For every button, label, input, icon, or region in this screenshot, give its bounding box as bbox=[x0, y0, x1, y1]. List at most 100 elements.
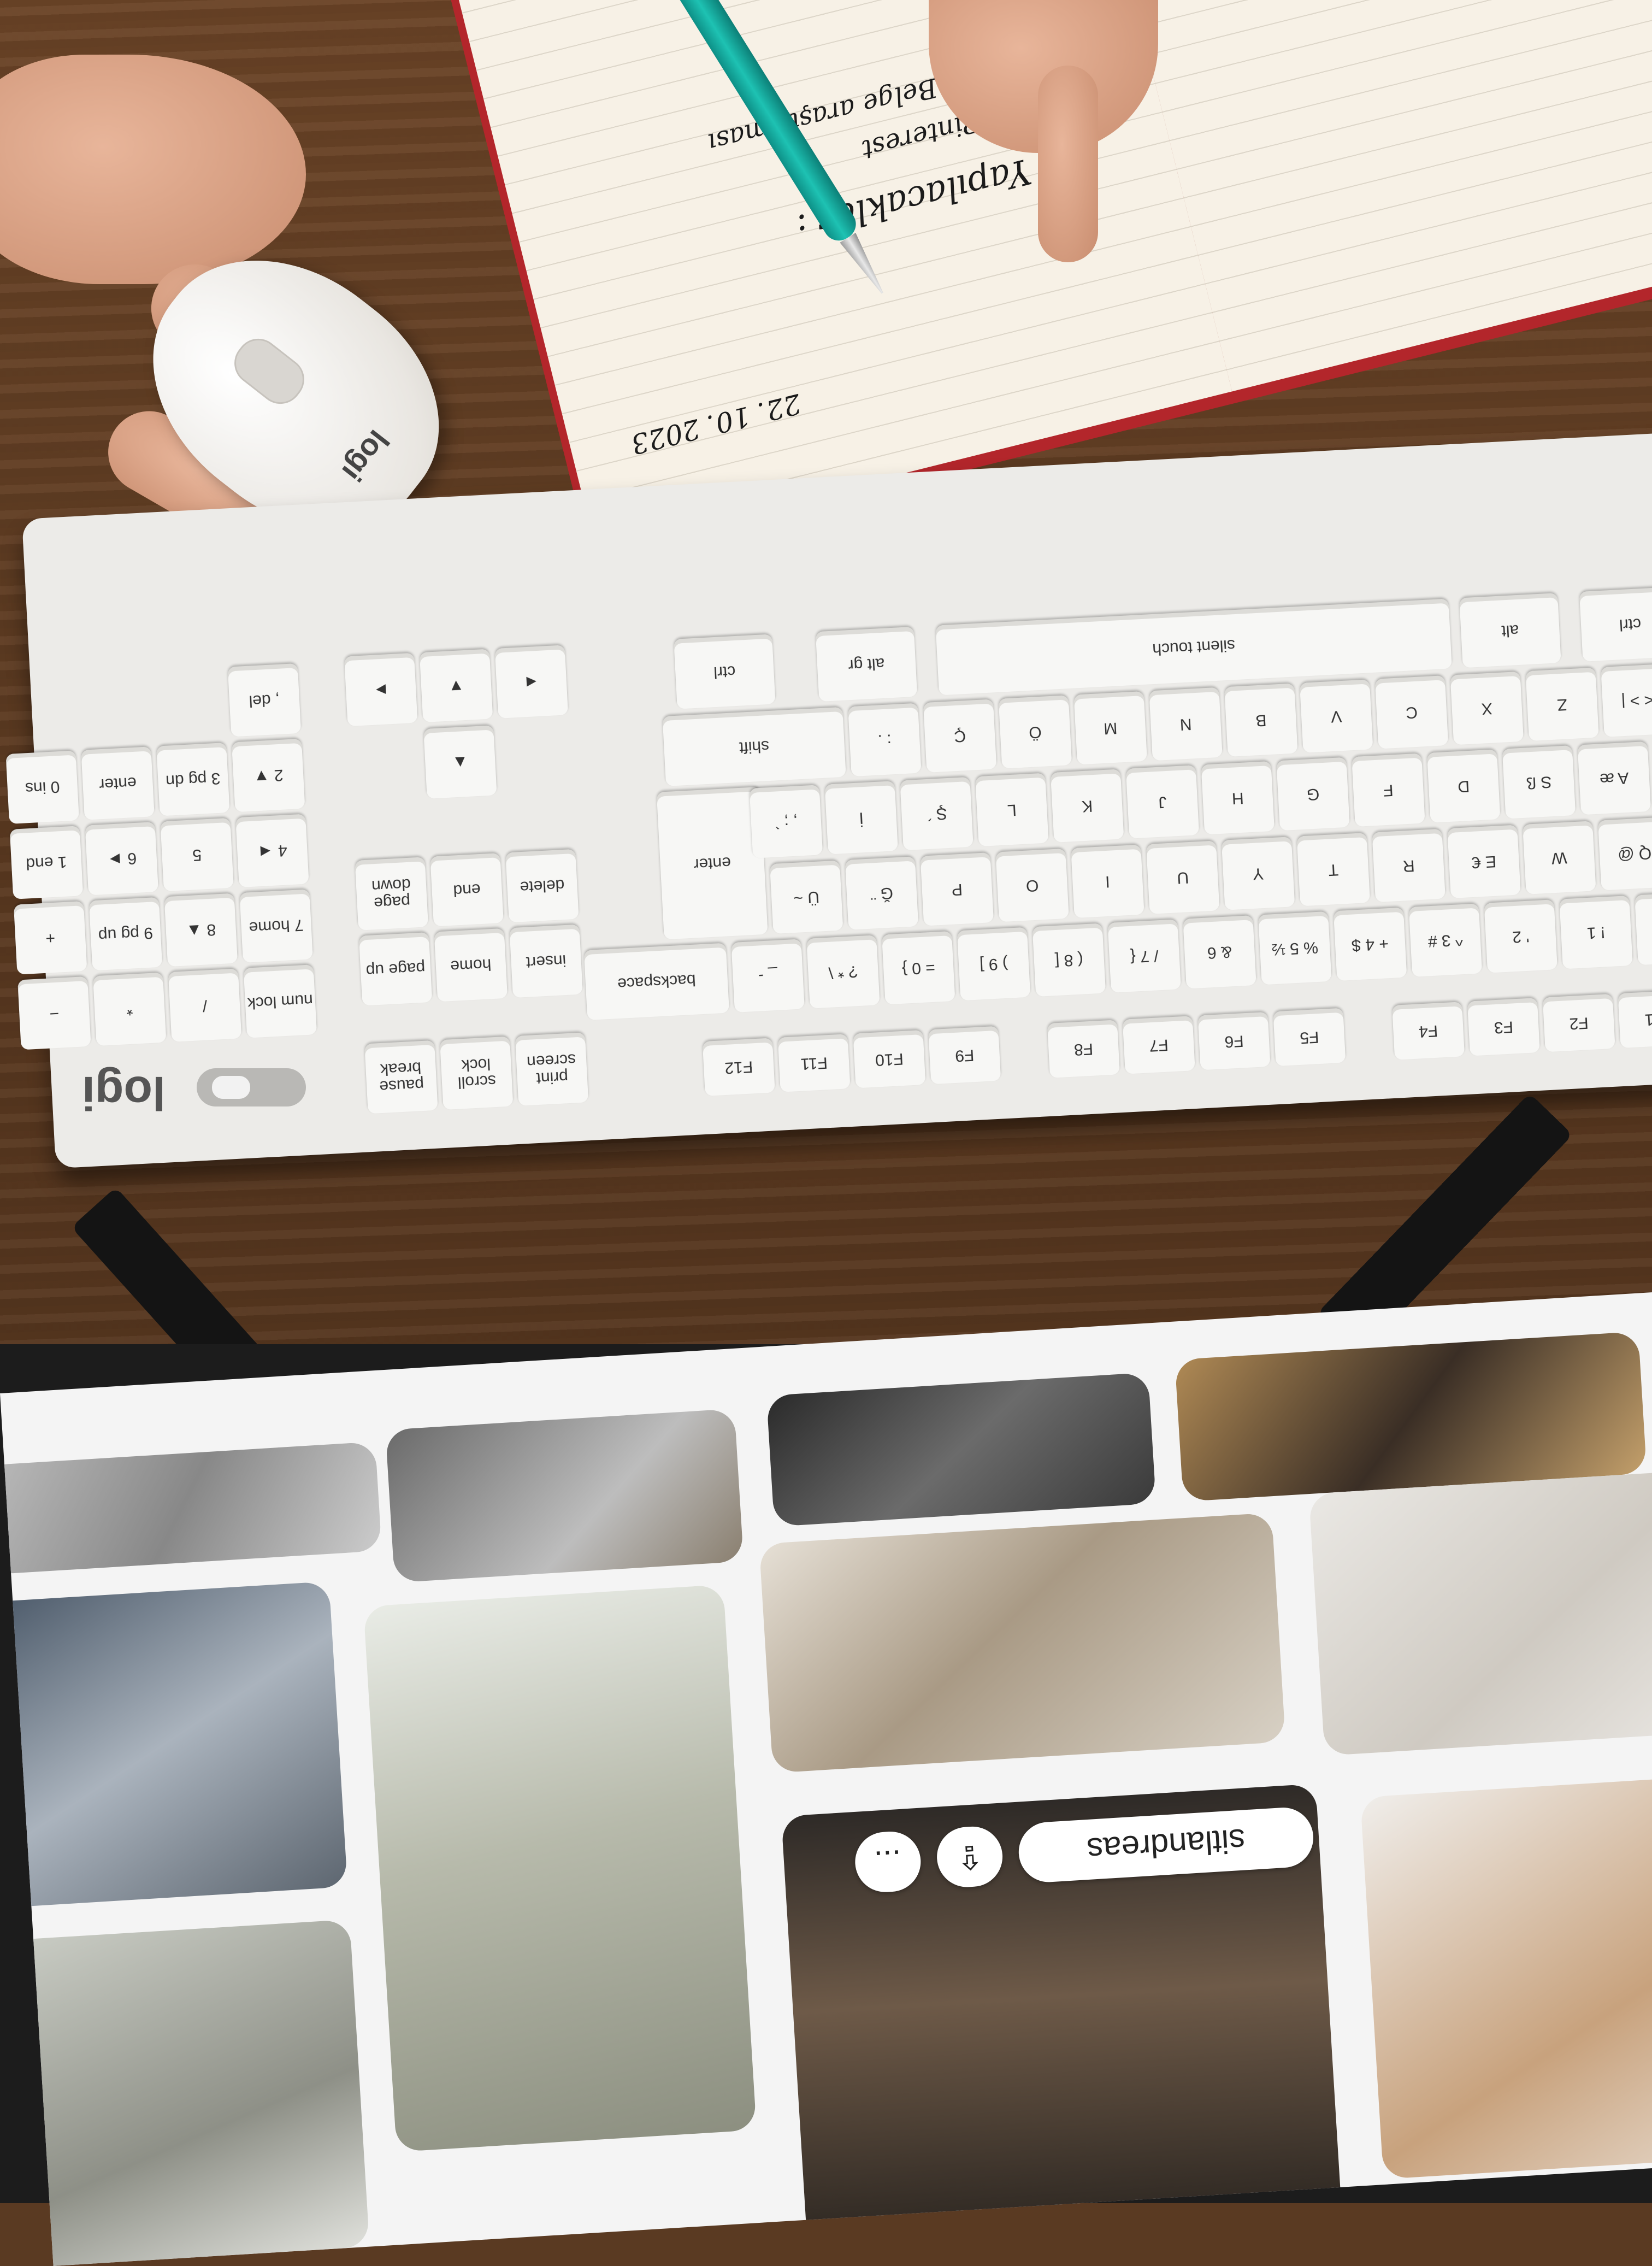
scroll-wheel[interactable] bbox=[225, 329, 314, 413]
key-z-row[interactable]: V bbox=[1299, 679, 1373, 753]
key-a-row[interactable]: A æ bbox=[1577, 741, 1651, 815]
key-number-row[interactable]: " é bbox=[1635, 891, 1652, 966]
key-z-row[interactable]: : . bbox=[848, 703, 922, 777]
image-tile[interactable] bbox=[1360, 1767, 1652, 2180]
key-z-row[interactable]: B bbox=[1224, 683, 1298, 757]
key-q-row[interactable]: Q @ bbox=[1597, 817, 1652, 891]
key-number-row[interactable]: % 5 ½ bbox=[1258, 911, 1332, 985]
key-alt-gr[interactable]: alt gr bbox=[815, 626, 918, 702]
key-numpad[interactable]: 3 pg dn bbox=[156, 742, 230, 816]
key-q-row[interactable]: O bbox=[995, 848, 1069, 922]
key-z-row[interactable]: < > | bbox=[1601, 663, 1652, 737]
key-f6[interactable]: F6 bbox=[1197, 1011, 1271, 1070]
key-f1[interactable]: F1 bbox=[1618, 990, 1652, 1049]
key-nav[interactable]: page up bbox=[358, 932, 433, 1006]
key-number-row[interactable]: & 6 bbox=[1183, 915, 1256, 989]
key-number-row[interactable]: / 7 { bbox=[1107, 919, 1181, 993]
key-nav[interactable]: scroll lock bbox=[439, 1036, 514, 1110]
key-numpad[interactable]: 7 home bbox=[239, 889, 313, 963]
key-number-row[interactable]: ! 1 bbox=[1559, 895, 1633, 969]
key-z-row[interactable]: Ç bbox=[923, 699, 997, 773]
key-q-row[interactable]: R bbox=[1372, 828, 1446, 903]
key-numpad[interactable]: num lock bbox=[243, 964, 317, 1038]
key-z-row[interactable]: Z bbox=[1525, 667, 1599, 741]
key-f12[interactable]: F12 bbox=[702, 1038, 775, 1096]
key-number-row[interactable]: _ - bbox=[731, 939, 805, 1013]
key-ctrl[interactable]: ctrl bbox=[1579, 586, 1652, 662]
key-number-row[interactable]: ? * \ bbox=[806, 935, 880, 1009]
key-f8[interactable]: F8 bbox=[1047, 1020, 1120, 1078]
key-q-row[interactable]: E € bbox=[1447, 825, 1521, 899]
key-f7[interactable]: F7 bbox=[1122, 1016, 1195, 1074]
image-tile[interactable]: sitlandreas ⇪ ... bbox=[781, 1784, 1346, 2266]
key-q-row[interactable]: U bbox=[1146, 840, 1220, 914]
tablet-screen[interactable]: sitlandreas ⇪ ... bbox=[0, 1283, 1652, 2266]
key-q-row[interactable]: Ü ~ bbox=[769, 860, 843, 934]
key-q-row[interactable]: P bbox=[920, 852, 994, 926]
key-numpad[interactable]: , del bbox=[227, 663, 302, 737]
key-a-row[interactable]: Ş ´ bbox=[900, 776, 974, 851]
image-tile[interactable] bbox=[766, 1372, 1157, 1527]
key-f11[interactable]: F11 bbox=[777, 1034, 851, 1092]
key-q-row[interactable]: I bbox=[1071, 844, 1144, 919]
key-number-row[interactable]: = 0 } bbox=[881, 931, 955, 1005]
key-q-row[interactable]: T bbox=[1296, 832, 1371, 907]
image-tile[interactable] bbox=[1175, 1331, 1647, 1502]
key-z-row[interactable]: X bbox=[1450, 671, 1524, 745]
key-z-row[interactable]: N bbox=[1149, 687, 1223, 761]
share-button[interactable]: ⇪ bbox=[935, 1824, 1005, 1889]
key-nav[interactable]: page down bbox=[355, 857, 429, 931]
key-number-row[interactable]: backspace bbox=[583, 943, 730, 1021]
key-nav[interactable]: delete bbox=[505, 849, 579, 923]
key-arrow-down[interactable]: ▼ bbox=[419, 649, 493, 723]
key-arrow-right[interactable]: ► bbox=[344, 652, 418, 727]
spacebar[interactable]: silent touch bbox=[935, 598, 1452, 696]
key-f3[interactable]: F3 bbox=[1467, 998, 1540, 1056]
key-nav[interactable]: end bbox=[430, 853, 504, 927]
power-switch[interactable] bbox=[197, 1068, 306, 1106]
key-numpad[interactable]: 8 ▲ bbox=[164, 893, 238, 967]
key-f9[interactable]: F9 bbox=[928, 1026, 1001, 1085]
tablet[interactable]: sitlandreas ⇪ ... bbox=[0, 1283, 1652, 2266]
key-q-row[interactable]: Ğ ¨ bbox=[845, 856, 919, 930]
key-a-row[interactable]: , ; ` bbox=[749, 785, 823, 858]
key-a-row[interactable]: F bbox=[1352, 753, 1425, 827]
key-a-row[interactable]: D bbox=[1426, 749, 1501, 823]
key-alt[interactable]: alt bbox=[1459, 593, 1561, 668]
key-ctrl[interactable]: ctrl bbox=[674, 634, 776, 709]
more-options-button[interactable]: ... bbox=[853, 1829, 923, 1894]
key-a-row[interactable]: L bbox=[975, 773, 1049, 847]
image-tile[interactable] bbox=[759, 1512, 1286, 1773]
key-a-row[interactable]: H bbox=[1201, 761, 1275, 835]
key-nav[interactable]: pause break bbox=[364, 1040, 438, 1114]
key-number-row[interactable]: ' 2 bbox=[1484, 899, 1557, 973]
image-tile[interactable] bbox=[363, 1584, 757, 2152]
key-numpad[interactable]: 5 bbox=[160, 817, 234, 892]
image-tile[interactable] bbox=[385, 1408, 744, 1583]
key-nav[interactable]: home bbox=[434, 928, 508, 1002]
image-tile[interactable] bbox=[11, 1919, 370, 2266]
key-a-row[interactable]: G bbox=[1276, 757, 1350, 831]
key-f4[interactable]: F4 bbox=[1392, 1002, 1465, 1060]
key-nav[interactable]: insert bbox=[509, 924, 583, 998]
key-a-row[interactable]: İ bbox=[824, 781, 898, 855]
key-z-row[interactable]: M bbox=[1073, 691, 1147, 765]
key-number-row[interactable]: + 4 $ bbox=[1333, 907, 1407, 981]
key-a-row[interactable]: J bbox=[1125, 765, 1200, 839]
keyboard[interactable]: F1F2F3F4F5F6F7F8F9F10F11F12" é! 1' 2^ 3 … bbox=[5, 431, 1652, 1169]
key-z-row[interactable]: Ö bbox=[998, 695, 1072, 769]
key-numpad[interactable]: 9 pg up bbox=[88, 897, 163, 971]
key-z-row[interactable]: C bbox=[1374, 675, 1449, 749]
key-nav[interactable]: print screen bbox=[515, 1032, 589, 1106]
key-f10[interactable]: F10 bbox=[853, 1029, 926, 1088]
key-number-row[interactable]: ^ 3 # bbox=[1408, 903, 1483, 977]
key-numpad[interactable]: 4 ◄ bbox=[235, 814, 309, 888]
key-numpad[interactable]: * bbox=[92, 972, 167, 1046]
pin-source-chip[interactable]: sitlandreas bbox=[1017, 1805, 1315, 1884]
key-numpad[interactable]: − bbox=[17, 976, 91, 1050]
key-z-row[interactable]: shift bbox=[662, 707, 846, 786]
key-a-row[interactable]: S ß bbox=[1502, 745, 1576, 819]
key-numpad[interactable]: / bbox=[168, 968, 242, 1042]
key-numpad[interactable]: 0 ins bbox=[5, 750, 79, 824]
key-q-row[interactable]: W bbox=[1523, 821, 1596, 894]
